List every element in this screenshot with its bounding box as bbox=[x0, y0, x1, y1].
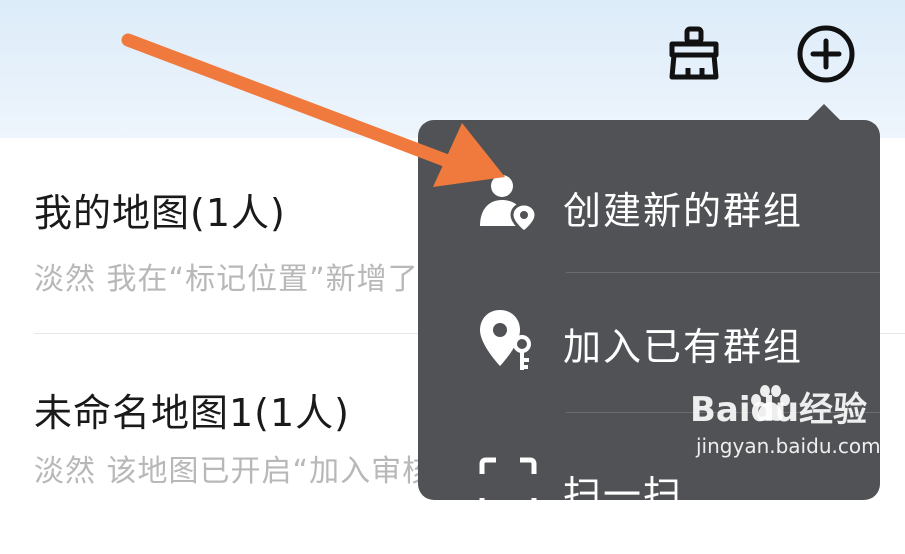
watermark-brand: Baidu经验 bbox=[690, 390, 868, 430]
app-header bbox=[0, 0, 905, 138]
menu-item-create-group[interactable]: 创建新的群组 bbox=[418, 134, 880, 274]
add-button[interactable] bbox=[794, 22, 858, 86]
menu-label: 创建新的群组 bbox=[563, 189, 804, 233]
baidu-watermark: Baidu经验 jingyan.baidu.com bbox=[690, 382, 890, 462]
map-title: 未命名地图1(1人) bbox=[34, 391, 351, 435]
menu-label: 扫一扫 bbox=[563, 473, 684, 517]
menu-divider bbox=[566, 272, 880, 273]
plus-circle-icon bbox=[797, 25, 855, 83]
clean-button[interactable] bbox=[662, 22, 726, 86]
location-key-icon bbox=[480, 310, 531, 370]
person-location-icon bbox=[480, 175, 538, 234]
scan-icon bbox=[479, 457, 537, 515]
menu-label: 加入已有群组 bbox=[563, 325, 804, 369]
map-title: 我的地图(1人) bbox=[34, 191, 286, 235]
broom-icon bbox=[669, 26, 719, 80]
watermark-url: jingyan.baidu.com bbox=[696, 434, 881, 458]
